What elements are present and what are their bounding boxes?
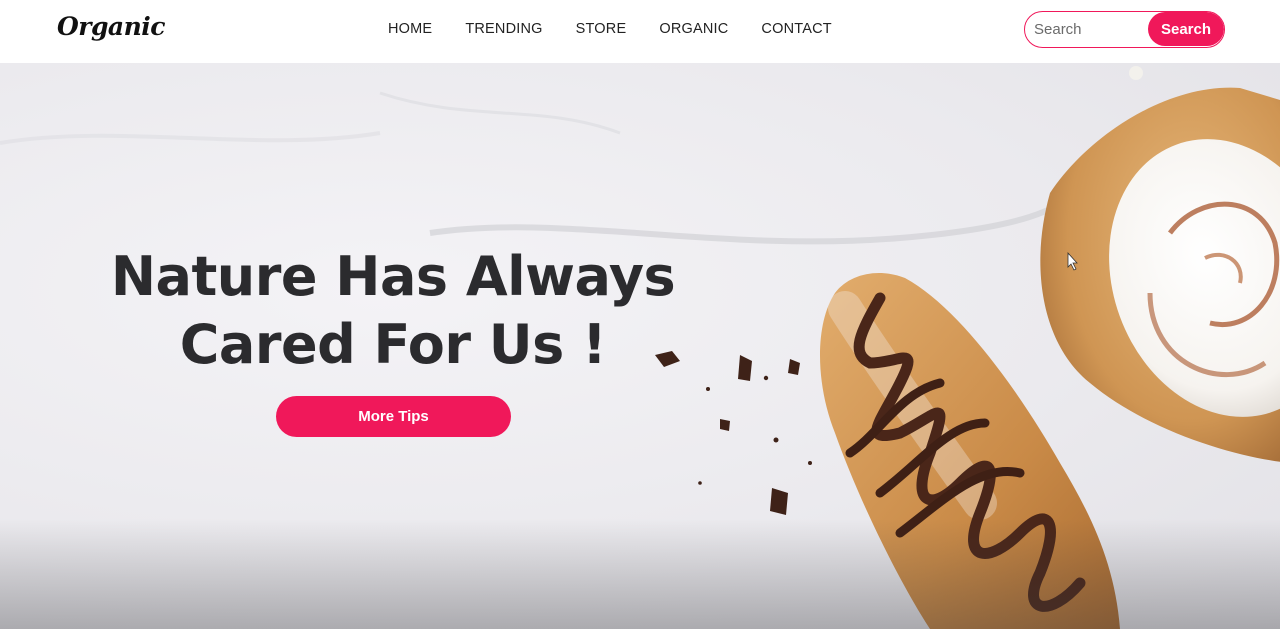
- main-nav: HOME TRENDING STORE ORGANIC CONTACT: [388, 21, 832, 37]
- search-button[interactable]: Search: [1148, 12, 1224, 46]
- hero-title-line-1: Nature Has Always: [110, 245, 676, 308]
- nav-link-organic[interactable]: ORGANIC: [659, 21, 728, 37]
- nav-link-store[interactable]: STORE: [576, 21, 627, 37]
- hero-bottom-shade: [0, 519, 1280, 629]
- hero-title: Nature Has Always Cared For Us !: [108, 243, 678, 379]
- logo[interactable]: Organic: [57, 12, 166, 41]
- chocolate-crumbs: [655, 351, 812, 515]
- nav-link-contact[interactable]: CONTACT: [761, 21, 831, 37]
- hero-section: Nature Has Always Cared For Us ! More Ti…: [0, 63, 1280, 629]
- search-form: Search: [1024, 11, 1225, 48]
- more-tips-button[interactable]: More Tips: [276, 396, 511, 437]
- nav-link-home[interactable]: HOME: [388, 21, 432, 37]
- nav-link-trending[interactable]: TRENDING: [465, 21, 542, 37]
- cinnamon-roll-image: [1040, 66, 1280, 462]
- navbar: Organic HOME TRENDING STORE ORGANIC CONT…: [0, 0, 1280, 63]
- search-input[interactable]: [1025, 12, 1149, 46]
- hero-title-line-2: Cared For Us !: [179, 313, 607, 376]
